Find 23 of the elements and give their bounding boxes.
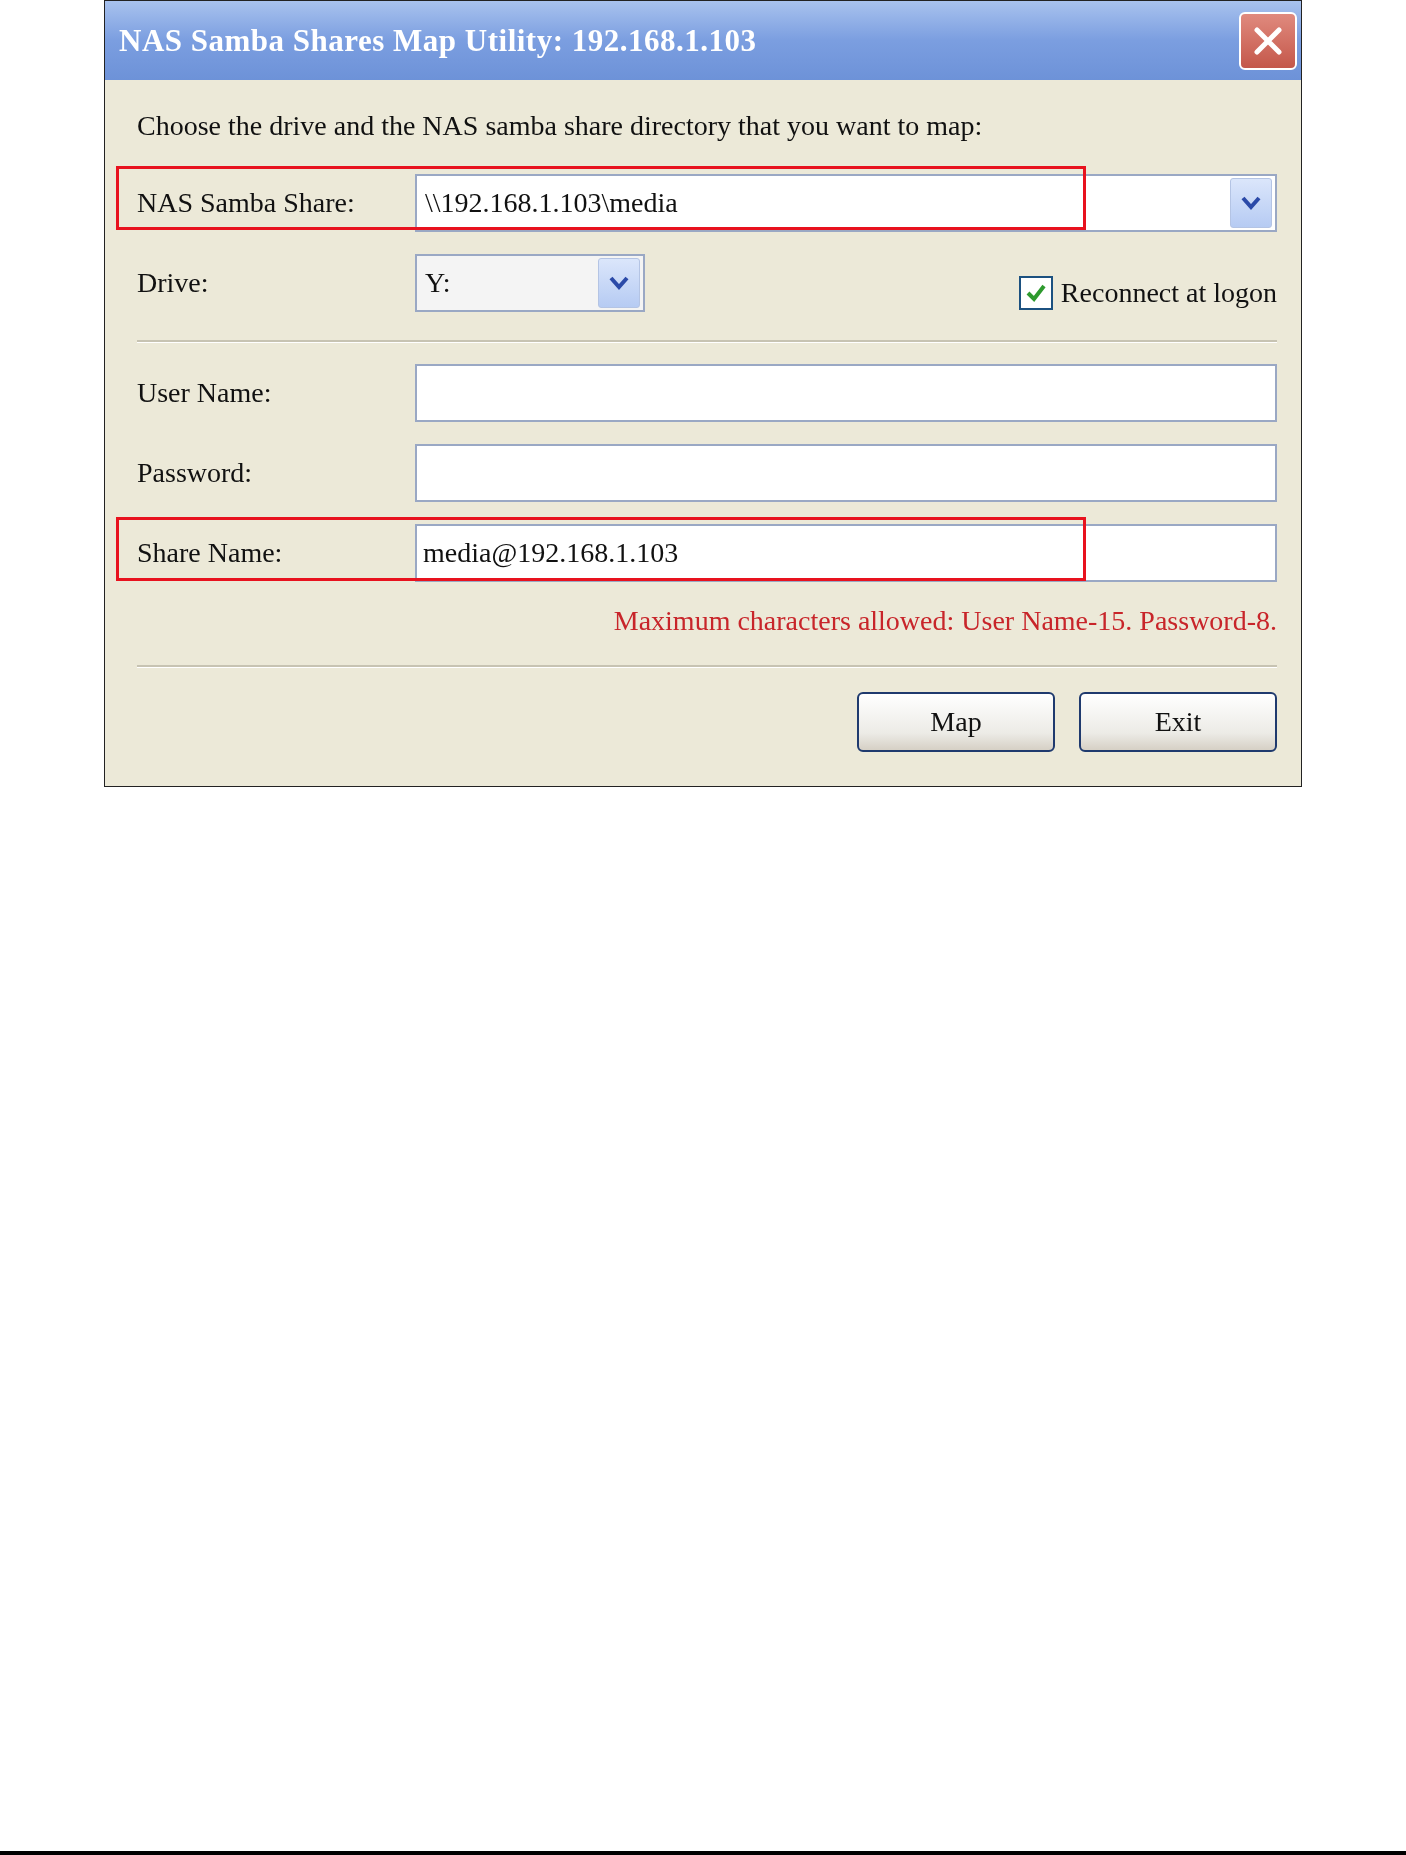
field-value: media@192.168.1.103 xyxy=(423,537,679,569)
input-field[interactable]: media@192.168.1.103 xyxy=(415,524,1277,582)
field-label: Password: xyxy=(137,457,254,489)
reconnect-label: Reconnect at logon xyxy=(1060,277,1277,309)
dropdown-chevron-icon xyxy=(598,258,640,308)
dialog-button[interactable]: Exit xyxy=(1079,692,1277,752)
drive-label: Drive: xyxy=(137,267,210,299)
limit-note: Maximum characters allowed: User Name-15. Password-8. xyxy=(613,605,1277,637)
drive-combo-box[interactable]: Y: xyxy=(415,254,645,312)
share-label: NAS Samba Share: xyxy=(137,187,356,219)
reconnect-checkbox[interactable] xyxy=(1018,276,1053,310)
drive-value: Y: xyxy=(425,267,451,299)
input-field[interactable] xyxy=(415,444,1277,502)
input-field[interactable] xyxy=(415,364,1277,422)
dialog-button[interactable]: Map xyxy=(857,692,1055,752)
share-combo-box[interactable]: \\192.168.1.103\media xyxy=(415,174,1277,232)
field-label: User Name: xyxy=(137,377,273,409)
share-value: \\192.168.1.103\media xyxy=(425,187,678,219)
field-label: Share Name: xyxy=(137,537,284,569)
instruction-text: Choose the drive and the NAS samba share directory that you want to map: xyxy=(137,110,984,142)
close-button[interactable] xyxy=(1239,11,1297,70)
window-title: NAS Samba Shares Map Utility: 192.168.1.103 xyxy=(119,22,757,59)
dropdown-chevron-icon xyxy=(1230,178,1272,228)
